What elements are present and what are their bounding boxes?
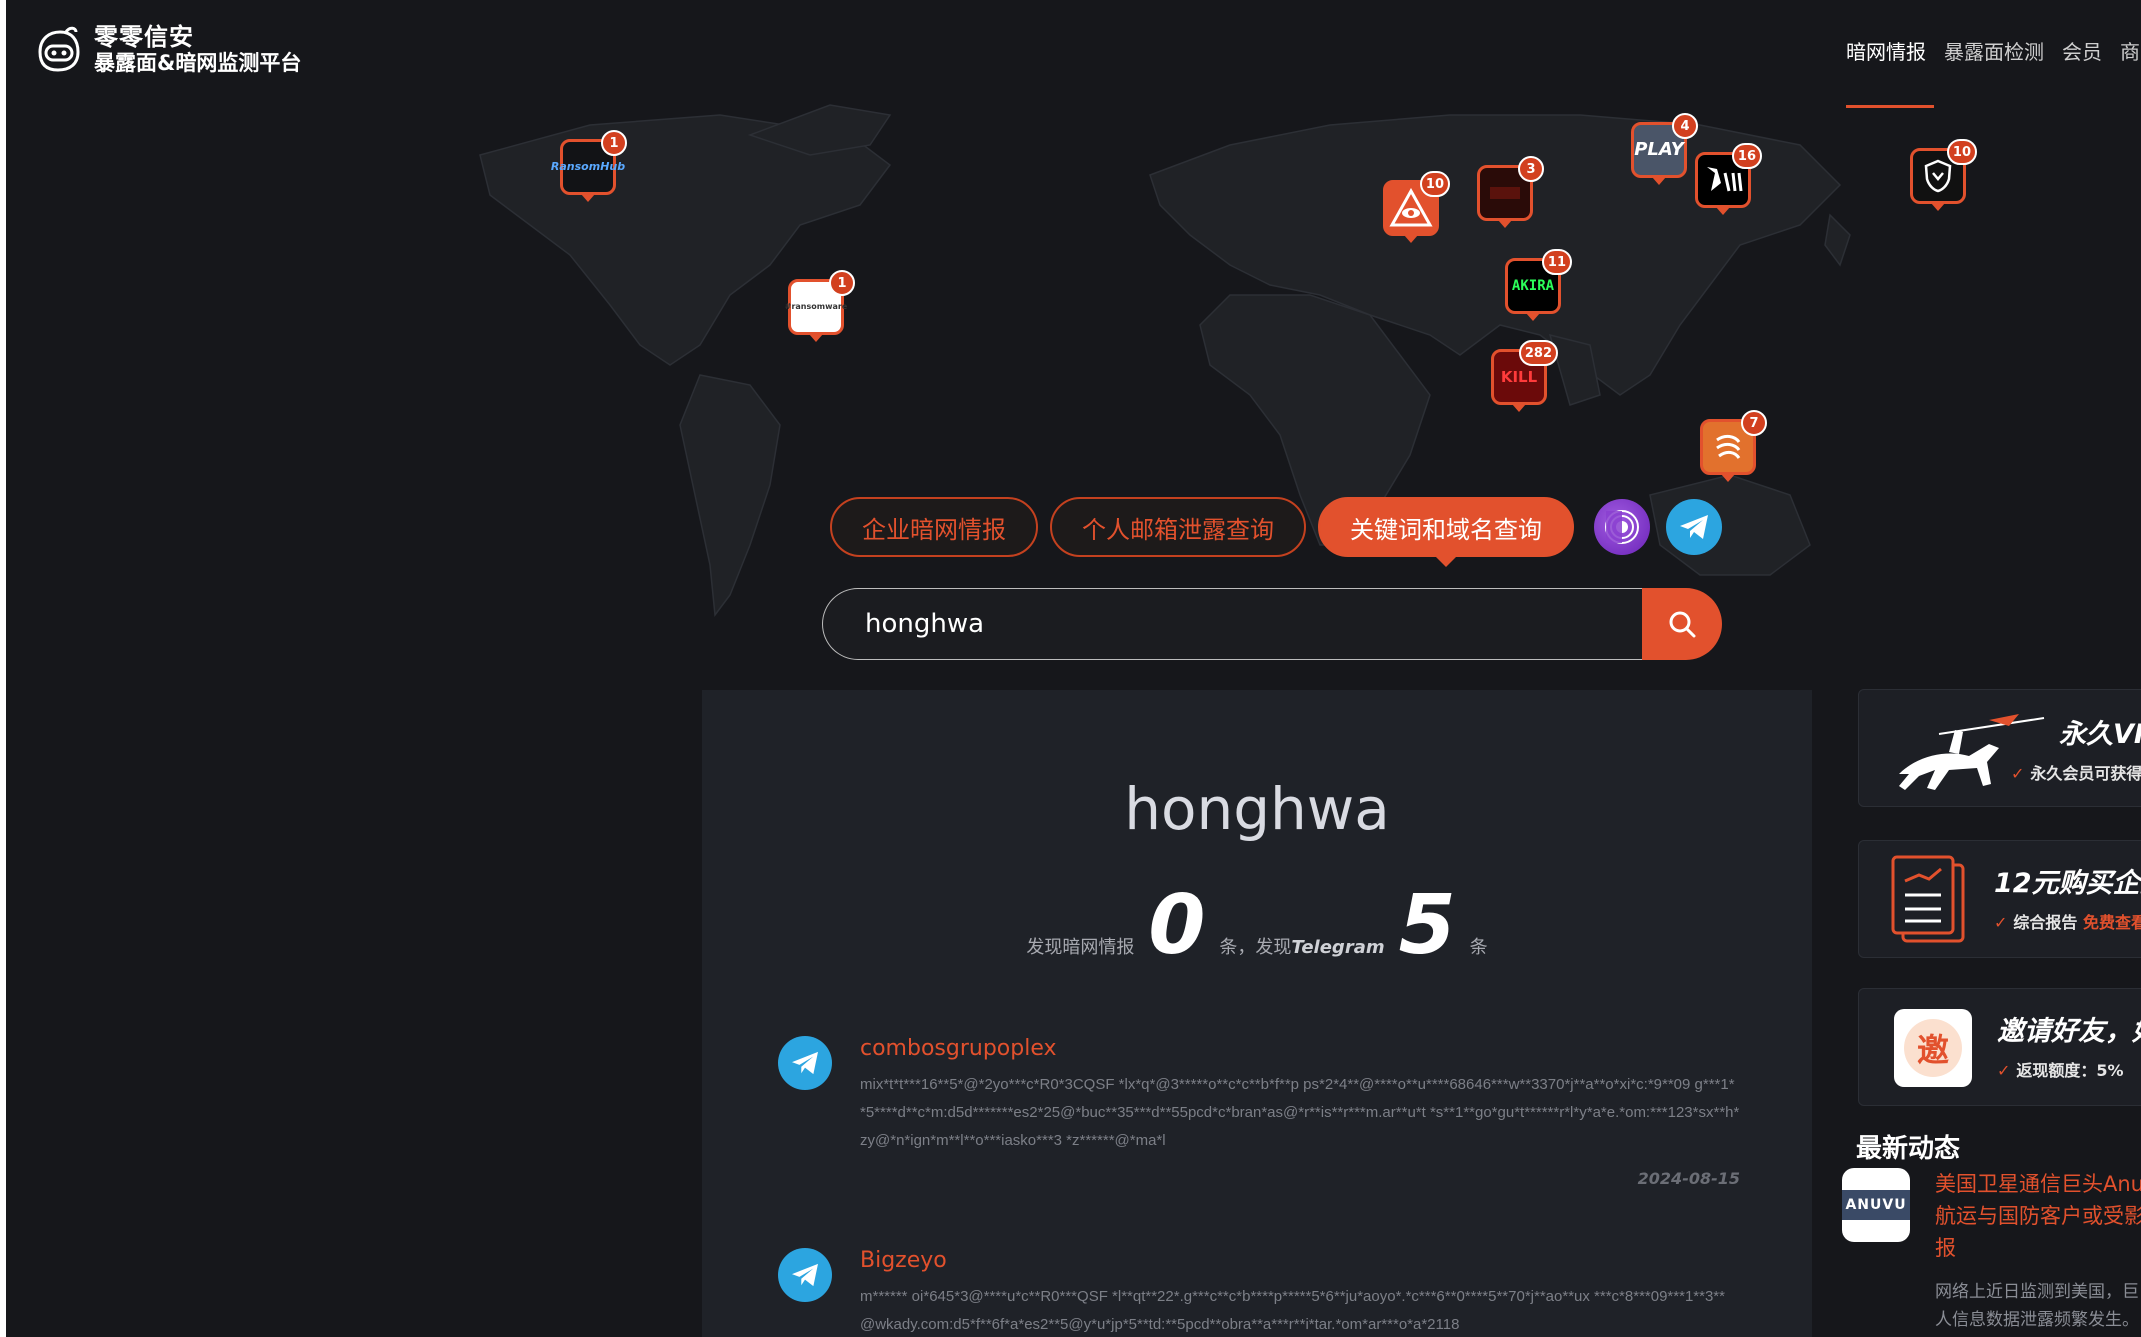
map-pin-ransomhub[interactable]: RansomHub 1 [551, 130, 627, 195]
pin-logo: RansomHub [550, 160, 626, 173]
logo-subtitle: 暴露面&暗网监测平台 [94, 51, 302, 75]
latest-news-heading: 最新动态 [1856, 1134, 1961, 1164]
result-channel-link[interactable]: combosgrupoplex [860, 1036, 1740, 1061]
map-pin-hunters[interactable]: 16 [1695, 143, 1762, 208]
map-pin-shield[interactable]: 10 [1910, 139, 1977, 204]
map-pin-play[interactable]: PLAY 4 [1631, 113, 1698, 178]
logo-title: 零零信安 [94, 23, 194, 51]
anuvu-logo: ANUVU [1842, 1190, 1910, 1220]
map-pin-ransomware[interactable]: #ransomware 1 [785, 270, 855, 335]
map-pin-orange-group[interactable]: 7 [1700, 410, 1767, 475]
pin-count-badge: 4 [1672, 113, 1698, 139]
pin-count-badge: 11 [1541, 249, 1572, 275]
promo-title: 永久VIP [2059, 719, 2141, 750]
nav-darkweb-intel[interactable]: 暗网情报 [1846, 36, 1926, 65]
robot-logo-icon [38, 26, 80, 72]
tab-personal-email-leak[interactable]: 个人邮箱泄露查询 [1050, 497, 1306, 557]
invite-icon: 邀 [1894, 1009, 1972, 1087]
telegram-button[interactable] [1666, 499, 1722, 555]
pin-logo: PLAY [1634, 139, 1684, 160]
news-thumbnail[interactable]: ANUVU [1842, 1168, 1910, 1242]
promo-subtitle: ✓永久会员可获得5 [2011, 764, 2141, 783]
stats-telegram-label: Telegram [1291, 937, 1385, 958]
search-mode-tabs: 企业暗网情报 个人邮箱泄露查询 关键词和域名查询 [830, 497, 1730, 557]
pin-count-badge: 3 [1518, 156, 1544, 182]
pin-count-badge: 10 [1419, 171, 1450, 197]
results-keyword-title: honghwa [1124, 775, 1390, 843]
news-summary: 网络上近日监测到美国，巨人信息数据泄露频繁发生。 [1935, 1282, 2139, 1330]
tab-enterprise-darkweb[interactable]: 企业暗网情报 [830, 497, 1038, 557]
shield-icon [1924, 159, 1952, 193]
window-edge [0, 0, 6, 1337]
search-bar [822, 588, 1722, 660]
nav-exposure-detection[interactable]: 暴露面检测 [1944, 36, 2044, 65]
darkweb-count: 0 [1148, 878, 1206, 973]
telegram-icon [778, 1248, 832, 1302]
pin-count-badge: 1 [829, 270, 855, 296]
search-button[interactable] [1642, 588, 1722, 660]
map-pin-akira[interactable]: AKIRA 11 [1505, 249, 1572, 314]
promo-enterprise-report[interactable]: 12元购买企业暴 ✓综合报告 免费查看 [1858, 840, 2141, 958]
stats-prefix: 发现暗网情报 [1026, 937, 1135, 958]
result-date: 2024-08-15 [1637, 1169, 1740, 1188]
nav-shop[interactable]: 商 [2120, 36, 2140, 65]
promo-subtitle: ✓ 综合报告 免费查看 [1994, 913, 2141, 932]
tor-button[interactable] [1594, 499, 1650, 555]
nav-membership[interactable]: 会员 [2062, 36, 2102, 65]
promo-invite-friends[interactable]: 邀 邀请好友，好友 ✓返现额度：5% [1858, 988, 2141, 1106]
group-logo-icon [1716, 434, 1741, 459]
telegram-icon [778, 1036, 832, 1090]
tor-onion-icon [1605, 510, 1639, 544]
telegram-icon [1680, 515, 1708, 539]
promo-lifetime-vip[interactable]: 永久VIP ✓永久会员可获得5 [1858, 689, 2141, 807]
report-document-icon [1891, 855, 1965, 943]
results-panel: honghwa 发现暗网情报 0 条，发现 Telegram 5 条 combo… [702, 690, 1812, 1337]
horse-rider-icon [1899, 714, 2045, 790]
tab-keyword-domain[interactable]: 关键词和域名查询 [1318, 497, 1574, 557]
promo-title: 邀请好友，好友 [1997, 1016, 2141, 1047]
search-icon [1669, 611, 1696, 638]
site-logo[interactable]: 零零信安 暴露面&暗网监测平台 [30, 22, 301, 78]
pin-count-badge: 282 [1518, 340, 1558, 366]
promo-title: 12元购买企业暴 [1994, 868, 2141, 899]
page: 零零信安 暴露面&暗网监测平台 暗网情报 暴露面检测 会员 商 RansomHu… [0, 0, 2141, 1337]
pin-logo: AKIRA [1511, 278, 1555, 294]
pin-count-badge: 1 [601, 130, 627, 156]
top-nav: 暗网情报 暴露面检测 会员 商 [1846, 36, 2141, 65]
map-pin-kill[interactable]: KILL 282 [1491, 340, 1558, 405]
result-snippet: mix*t*t***16**5*@*2yo***c*R0*3CQSF *lx*q… [860, 1076, 1740, 1149]
results-stats: 发现暗网情报 0 条，发现 Telegram 5 条 [702, 885, 1812, 967]
search-input[interactable] [822, 588, 1642, 660]
news-headline-link[interactable]: 美国卫星通信巨头Anu航运与国防客户或受影报 [1935, 1168, 2141, 1264]
result-channel-link[interactable]: Bigzeyo [860, 1248, 1740, 1273]
result-snippet: m****** oi*645*3@****u*c**R0***QSF *l**q… [860, 1288, 1725, 1333]
pin-count-badge: 10 [1946, 139, 1977, 165]
pin-count-badge: 16 [1731, 143, 1762, 169]
stats-mid: 条，发现 [1219, 937, 1292, 958]
stats-suffix: 条 [1469, 937, 1488, 958]
telegram-count: 5 [1398, 878, 1456, 973]
skull-logo-icon [1707, 167, 1743, 192]
map-pin-illuminati[interactable]: 10 [1383, 171, 1450, 236]
group-logo-icon [1490, 187, 1520, 199]
promo-subtitle: ✓ 返现额度：5% [1997, 1061, 2124, 1080]
map-pin-dark-group[interactable]: 3 [1477, 156, 1544, 221]
pin-logo: #ransomware [784, 302, 848, 311]
pin-count-badge: 7 [1741, 410, 1767, 436]
pin-logo: KILL [1500, 368, 1538, 386]
